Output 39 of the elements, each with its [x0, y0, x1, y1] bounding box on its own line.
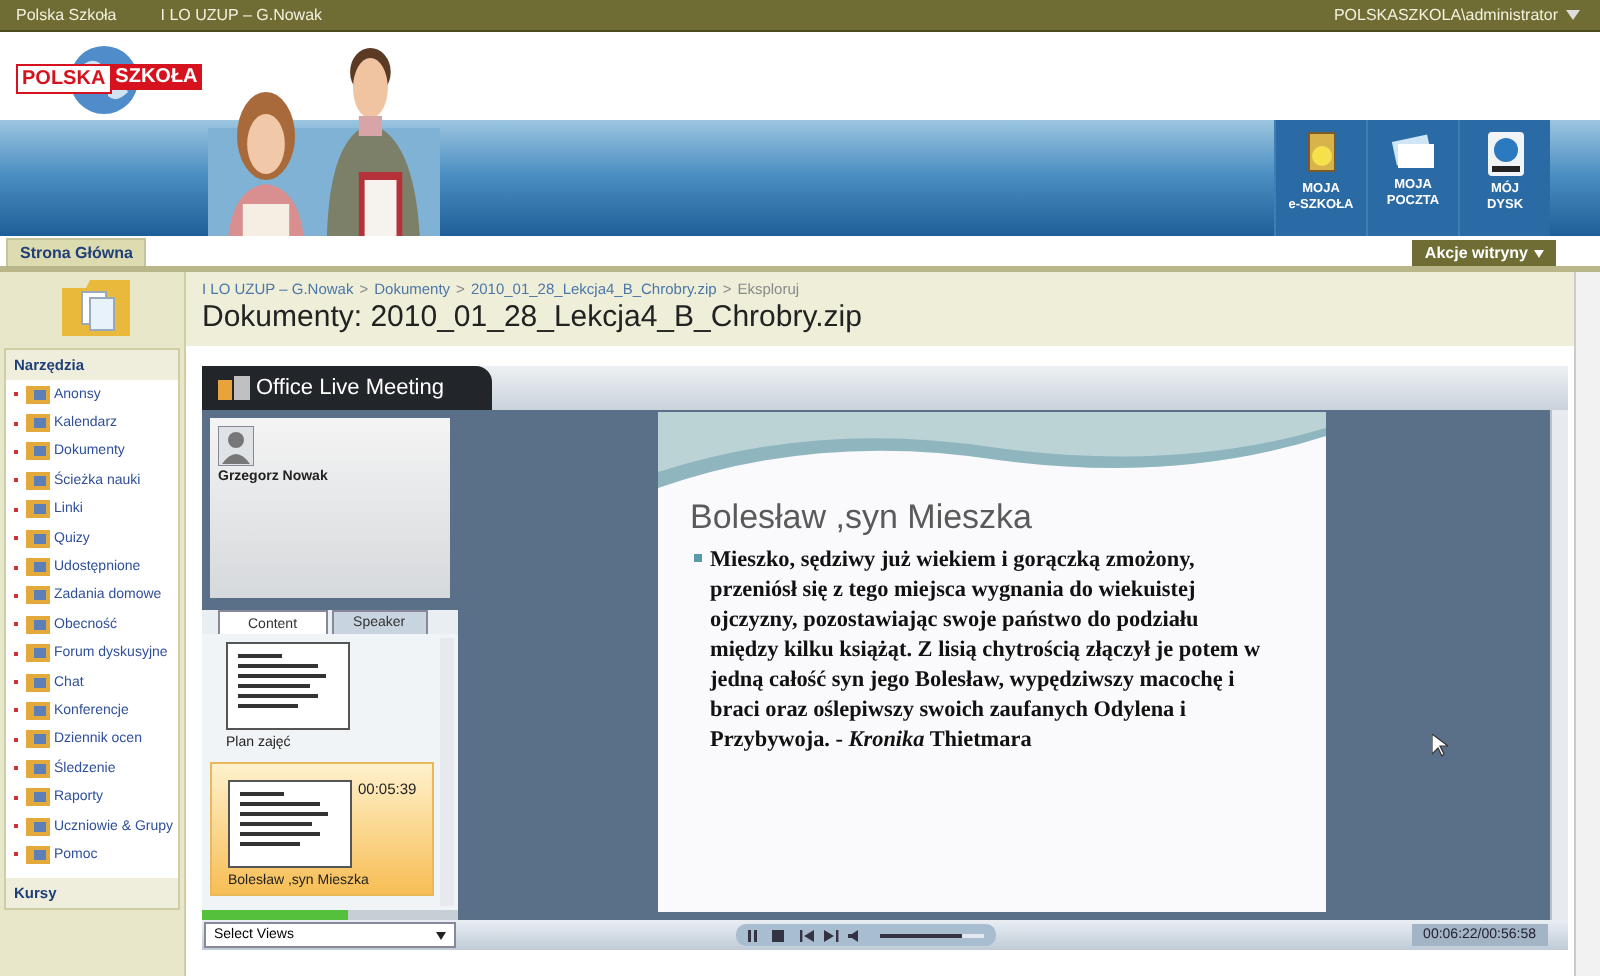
slide-thumbnail: [228, 780, 352, 868]
envelope-icon: [1389, 132, 1437, 172]
tool-icon: [26, 615, 50, 634]
subsite-link[interactable]: I LO UZUP – G.Nowak: [160, 6, 323, 24]
office-icon: [218, 376, 250, 400]
caret-icon[interactable]: [1566, 9, 1580, 21]
tool-icon: [26, 845, 50, 864]
tool-icon: [26, 644, 50, 663]
tool-icon: [26, 730, 50, 749]
person-icon: [218, 426, 254, 466]
user-menu[interactable]: POLSKASZKOLA\administrator: [1333, 6, 1558, 24]
tool-icon: [26, 759, 50, 778]
slide-thumbnail: [226, 642, 350, 730]
site-link[interactable]: Polska Szkoła: [16, 6, 117, 24]
slide-text: Mieszko, sędziwy już wiekiem i gorączką zmożony, przeniósł się z tego miejsca wygnania do wiekuistej ojczyzny, pozostawiając swoje państwo do podziału między kilku książąt. Z lisią chytrością złączył je potem w jedną całość syn jego Bolesław, wypędziwszy macochę i braci oraz oślepiwszy swoich zaufanych Odylena i Przybywoja. - Kronika Thietmara: [710, 546, 1263, 756]
tool-icon: [26, 529, 50, 548]
tool-icon: [26, 558, 50, 577]
tool-icon: [26, 500, 50, 519]
tool-icon: [26, 414, 50, 433]
cursor-icon: [1432, 734, 1448, 758]
caret-icon: [1534, 249, 1544, 257]
brand-logo: Office Live Meeting: [202, 366, 492, 410]
caret-icon: [436, 931, 446, 939]
tool-icon: [26, 471, 50, 490]
nav-tab[interactable]: Strona Główna: [6, 238, 147, 266]
tool-icon: [26, 586, 50, 605]
tool-icon: [26, 817, 50, 836]
slide-title: Bolesław ,syn Mieszka: [688, 496, 1035, 540]
tool-icon: [26, 788, 50, 807]
tool-icon: [26, 673, 50, 692]
page-title: Dokumenty: 2010_01_28_Lekcja4_B_Chrobry.zip: [186, 298, 1574, 346]
tool-icon: [26, 701, 50, 720]
site-actions-button[interactable]: Akcje witryny: [1412, 240, 1556, 266]
logo[interactable]: POLSKA SZKOŁA: [16, 44, 202, 120]
tool-icon: [26, 442, 50, 461]
scrollbar[interactable]: [1550, 410, 1568, 920]
tool-icon: [26, 385, 50, 404]
bullet-icon: [694, 554, 702, 562]
scrollbar[interactable]: [1574, 272, 1600, 976]
